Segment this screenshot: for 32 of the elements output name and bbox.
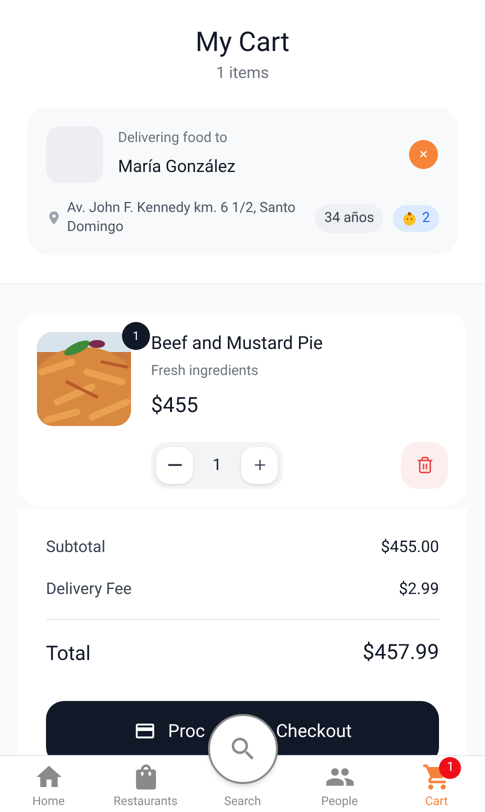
total-label: Total [46, 640, 91, 668]
summary-value: $455.00 [380, 536, 439, 558]
nav-tab[interactable]: Home [0, 756, 97, 812]
plus-icon [252, 457, 268, 473]
quantity-badge: 1 [122, 322, 150, 350]
summary-value: $2.99 [398, 578, 439, 600]
age-tag: 34 años [315, 204, 384, 232]
close-button[interactable]: × [409, 140, 438, 169]
total-value: $457.99 [362, 640, 439, 666]
minus-icon [168, 464, 182, 466]
page-title: My Cart [196, 26, 290, 58]
cart-badge: 1 [439, 757, 462, 779]
quantity-value: 1 [212, 454, 222, 476]
trash-icon [416, 456, 434, 474]
children-count: 2 [422, 208, 430, 228]
nav-tab[interactable]: Restaurants [97, 756, 194, 812]
recipient-name: María González [118, 156, 236, 180]
search-tab[interactable]: Search [224, 792, 261, 810]
summary-label: Delivery Fee [46, 578, 132, 600]
item-name: Beef and Mustard Pie [151, 333, 324, 355]
checkout-label: Proc [168, 720, 205, 744]
baby-face-icon [402, 210, 418, 226]
item-count: 1 items [216, 62, 269, 84]
summary-label: Subtotal [46, 536, 106, 558]
checkout-label: Checkout [276, 720, 352, 744]
item-price: $455 [151, 393, 200, 420]
nav-tab[interactable]: Cart 1 [388, 756, 485, 812]
item-description: Fresh ingredients [151, 362, 260, 381]
delete-button[interactable] [401, 442, 448, 488]
delivery-label: Delivering food to [118, 129, 228, 148]
address: Av. John F. Kennedy km. 6 1/2, Santo Domingo [67, 199, 297, 237]
nav-tab[interactable]: People [291, 756, 388, 812]
